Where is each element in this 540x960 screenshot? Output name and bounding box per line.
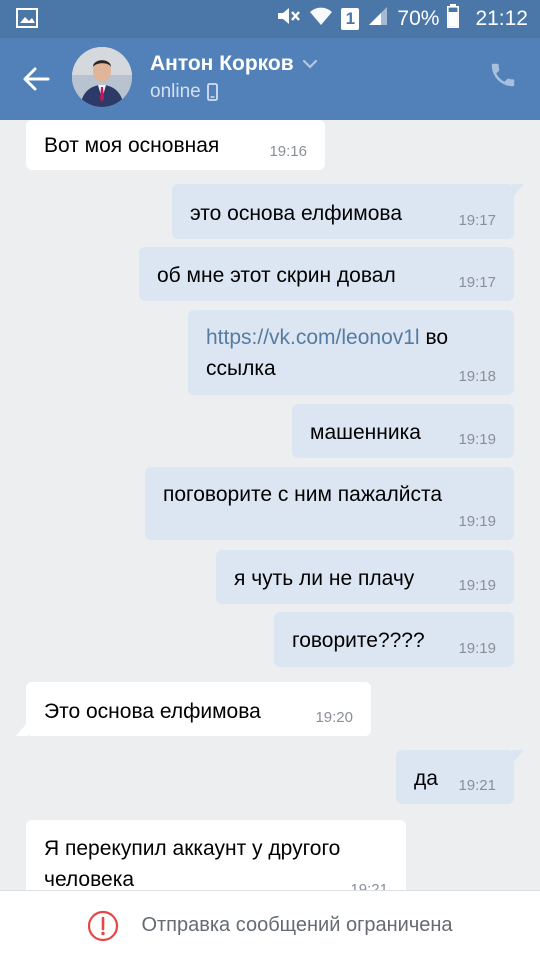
- contact-name[interactable]: Антон Корков: [150, 52, 318, 76]
- message-outgoing[interactable]: да 19:21: [396, 750, 524, 804]
- message-text: Я перекупил аккаунт у другого человека: [44, 837, 341, 890]
- chevron-down-icon: [302, 59, 317, 69]
- message-time: 19:19: [458, 431, 496, 448]
- message-time: 19:17: [458, 212, 496, 229]
- online-status-text: online: [150, 81, 201, 102]
- message-outgoing[interactable]: это основа елфимова 19:17: [172, 184, 524, 239]
- call-button[interactable]: [488, 60, 522, 94]
- status-bar: 1 70% 21:12: [0, 0, 540, 38]
- message-time: 19:17: [458, 274, 496, 291]
- bubble-tail: [16, 722, 28, 736]
- battery-percent: 70%: [397, 7, 440, 30]
- message-incoming[interactable]: Это основа елфимова 19:20: [16, 682, 371, 736]
- message-incoming[interactable]: Я перекупил аккаунт у другого человека 1…: [26, 820, 406, 890]
- restriction-message: Отправка сообщений ограничена: [141, 914, 453, 936]
- bubble-tail: [512, 750, 524, 764]
- message-outgoing[interactable]: я чуть ли не плачу 19:19: [216, 550, 514, 604]
- message-incoming[interactable]: Вот моя основная 19:16: [26, 120, 325, 170]
- back-button[interactable]: [14, 57, 58, 101]
- mute-icon: [275, 5, 301, 33]
- message-time: 19:19: [458, 577, 496, 594]
- signal-icon: [367, 5, 389, 33]
- message-time: 19:21: [350, 881, 388, 890]
- phone-icon: [491, 63, 515, 87]
- message-list[interactable]: Вот моя основная 19:16 это основа елфимо…: [0, 120, 540, 890]
- back-arrow-icon: [23, 67, 50, 91]
- wifi-icon: [309, 5, 333, 33]
- message-time: 19:20: [315, 709, 353, 726]
- messaging-restricted-banner: Отправка сообщений ограничена: [0, 890, 540, 960]
- message-link[interactable]: https://vk.com/leonov1l: [206, 326, 420, 349]
- avatar[interactable]: [72, 47, 132, 107]
- message-time: 19:19: [458, 513, 496, 530]
- contact-status: online: [150, 81, 218, 103]
- message-outgoing[interactable]: поговорите с ним пажалйста 19:19: [145, 467, 514, 540]
- message-time: 19:19: [458, 640, 496, 657]
- battery-icon: [447, 4, 460, 34]
- message-outgoing[interactable]: говорите???? 19:19: [274, 612, 514, 667]
- sim-indicator: 1: [341, 8, 360, 30]
- chat-header: Антон Корков online: [0, 38, 540, 120]
- message-text: поговорите с ним пажалйста: [163, 483, 443, 506]
- bubble-tail: [512, 184, 524, 198]
- message-outgoing[interactable]: машенника 19:19: [292, 404, 514, 458]
- message-outgoing[interactable]: https://vk.com/leonov1l во ссылка 19:18: [188, 310, 514, 395]
- message-time: 19:16: [269, 143, 307, 160]
- warning-icon: [88, 910, 119, 941]
- mobile-device-icon: [206, 83, 218, 101]
- message-time: 19:21: [458, 777, 496, 794]
- gallery-notification-icon: [16, 8, 38, 28]
- message-text: https://vk.com/leonov1l во ссылка: [206, 322, 500, 384]
- message-time: 19:18: [458, 368, 496, 385]
- contact-name-text: Антон Корков: [150, 52, 294, 75]
- message-outgoing[interactable]: об мне этот скрин довал 19:17: [139, 247, 514, 301]
- clock: 21:12: [475, 7, 528, 30]
